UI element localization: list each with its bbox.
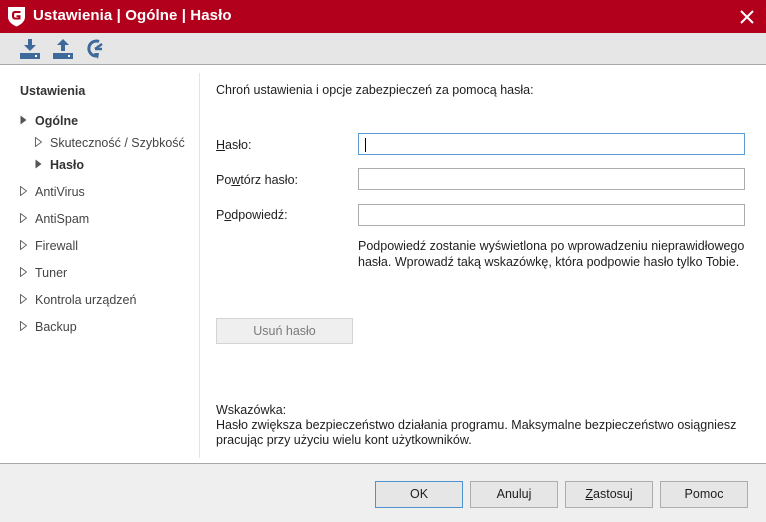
sidebar-heading: Ustawienia — [20, 84, 86, 98]
sidebar-item-ogolne[interactable]: Ogólne — [20, 114, 78, 128]
hint-description-line1: Podpowiedź zostanie wyświetlona po wprow… — [358, 239, 745, 253]
selected-arrow-icon — [35, 158, 44, 172]
password-label: Hasło: — [216, 138, 252, 152]
sidebar-item-label: Skuteczność / Szybkość — [50, 136, 185, 150]
ok-button[interactable]: OK — [375, 481, 463, 508]
help-button[interactable]: Pomoc — [660, 481, 748, 508]
sidebar-item-label: AntiSpam — [35, 212, 90, 226]
sidebar-item-label: Backup — [35, 320, 77, 334]
toolbar — [0, 33, 766, 65]
window-title: Ustawienia | Ogólne | Hasło — [33, 7, 232, 24]
sidebar-item-label: Tuner — [35, 266, 68, 280]
hint-description-line2: hasła. Wprowadź taką wskazówkę, która po… — [358, 255, 740, 269]
sidebar-item-label: Kontrola urządzeń — [35, 293, 137, 307]
sidebar-item-label: Hasło — [50, 158, 85, 172]
tip-line2: pracując przy użyciu wielu kont użytkown… — [216, 433, 472, 447]
import-settings-button[interactable] — [18, 38, 42, 60]
collapsed-arrow-icon — [35, 136, 44, 150]
upload-icon — [53, 39, 73, 59]
settings-navigation: Ustawienia Ogólne Skuteczność / Szybkość… — [0, 65, 200, 458]
tip-line1: Hasło zwiększa bezpieczeństwo działania … — [216, 418, 737, 432]
close-icon — [740, 10, 754, 24]
collapsed-arrow-icon — [20, 212, 29, 226]
collapsed-arrow-icon — [20, 293, 29, 307]
expanded-arrow-icon — [20, 114, 29, 128]
restore-icon — [87, 39, 103, 59]
collapsed-arrow-icon — [20, 266, 29, 280]
repeat-password-label: Powtórz hasło: — [216, 173, 298, 187]
sidebar-item-label: Ogólne — [35, 114, 79, 128]
apply-button[interactable]: Zastosuj — [565, 481, 653, 508]
restore-defaults-button[interactable] — [84, 38, 108, 60]
password-hint-label: Podpowiedź: — [216, 208, 288, 222]
text-caret — [365, 138, 366, 152]
close-button[interactable] — [734, 4, 760, 30]
title-bar: Ustawienia | Ogólne | Hasło — [0, 0, 766, 33]
collapsed-arrow-icon — [20, 320, 29, 334]
sidebar-item-antispam[interactable]: AntiSpam — [20, 212, 89, 226]
cancel-button[interactable]: Anuluj — [470, 481, 558, 508]
password-hint-field[interactable] — [358, 204, 745, 226]
sidebar-item-skutecznosc[interactable]: Skuteczność / Szybkość — [35, 136, 185, 150]
sidebar-item-label: Firewall — [35, 239, 79, 253]
collapsed-arrow-icon — [20, 239, 29, 253]
dialog-footer: OK Anuluj Zastosuj Pomoc — [0, 463, 766, 522]
collapsed-arrow-icon — [20, 185, 29, 199]
password-settings-panel: Chroń ustawienia i opcje zabezpieczeń za… — [200, 65, 766, 458]
password-field[interactable] — [358, 133, 745, 155]
sidebar-item-firewall[interactable]: Firewall — [20, 239, 78, 253]
download-icon — [20, 39, 40, 59]
gdata-shield-logo-icon — [7, 6, 26, 27]
remove-password-button[interactable]: Usuń hasło — [216, 318, 353, 344]
export-settings-button[interactable] — [51, 38, 75, 60]
tip-heading: Wskazówka: — [216, 403, 287, 417]
sidebar-item-antivirus[interactable]: AntiVirus — [20, 185, 85, 199]
sidebar-item-backup[interactable]: Backup — [20, 320, 77, 334]
repeat-password-field[interactable] — [358, 168, 745, 190]
sidebar-item-kontrola-urzadzen[interactable]: Kontrola urządzeń — [20, 293, 136, 307]
sidebar-item-haslo[interactable]: Hasło — [35, 158, 84, 172]
sidebar-item-tuner[interactable]: Tuner — [20, 266, 67, 280]
intro-text: Chroń ustawienia i opcje zabezpieczeń za… — [216, 83, 534, 97]
sidebar-item-label: AntiVirus — [35, 185, 85, 199]
